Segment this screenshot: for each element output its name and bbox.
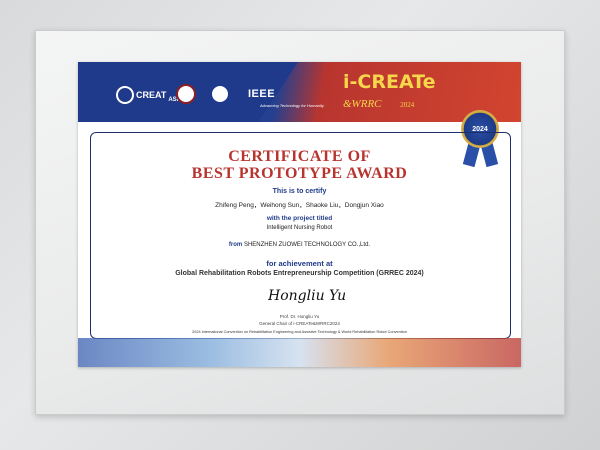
handwritten-signature: Hongliu Yu	[268, 288, 347, 304]
achievement-label: for achievement at	[266, 259, 333, 268]
organization-logo-icon	[210, 84, 230, 104]
project-label: with the project titled	[266, 215, 333, 222]
competition-name: Global Rehabilitation Robots Entrepreneu…	[175, 270, 424, 277]
recipients: Zhifeng Peng，Weihong Sun，Shaoke Liu，Dong…	[215, 202, 384, 209]
certificate-title-line2: BEST PROTOTYPE AWARD	[191, 165, 408, 182]
wrrc-text: &WRRC	[343, 98, 382, 110]
footer-banner	[78, 338, 521, 367]
creat-asia-logo: CREAT ASIA	[116, 84, 183, 106]
ieee-name: IEEE	[248, 88, 276, 100]
creat-logo-icon	[116, 86, 134, 104]
event-year: 2024	[400, 101, 415, 109]
ieee-tagline: Advancing Technology for Humanity	[260, 103, 324, 108]
from-label: from	[228, 242, 243, 248]
creat-logo-text: CREAT	[136, 90, 167, 100]
ieee-logo: IEEE Advancing Technology for Humanity	[248, 84, 324, 108]
signature-role: General Chair of i-CREATe&WRRC2024	[259, 321, 340, 326]
certify-text: This is to certify	[272, 188, 327, 195]
project-title: Intelligent Nursing Robot	[266, 225, 333, 231]
university-seal-icon	[176, 84, 196, 104]
certificate: CREAT ASIA IEEE Advancing Technology for…	[78, 62, 521, 367]
organization-line: from SHENZHEN ZUOWEI TECHNOLOGY CO.,Ltd.	[78, 242, 521, 248]
signature-name: Prof. Dr. Hongliu Yu	[279, 314, 320, 319]
certificate-title-line1: CERTIFICATE OF	[228, 148, 371, 165]
convention-text: 2024 International Convention on Rehabil…	[192, 330, 407, 334]
event-logo-title: i-CREATe	[343, 71, 436, 93]
organization-name: SHENZHEN ZUOWEI TECHNOLOGY CO.,Ltd.	[243, 242, 371, 248]
event-logo-subtitle: &WRRC 2024	[343, 98, 414, 110]
